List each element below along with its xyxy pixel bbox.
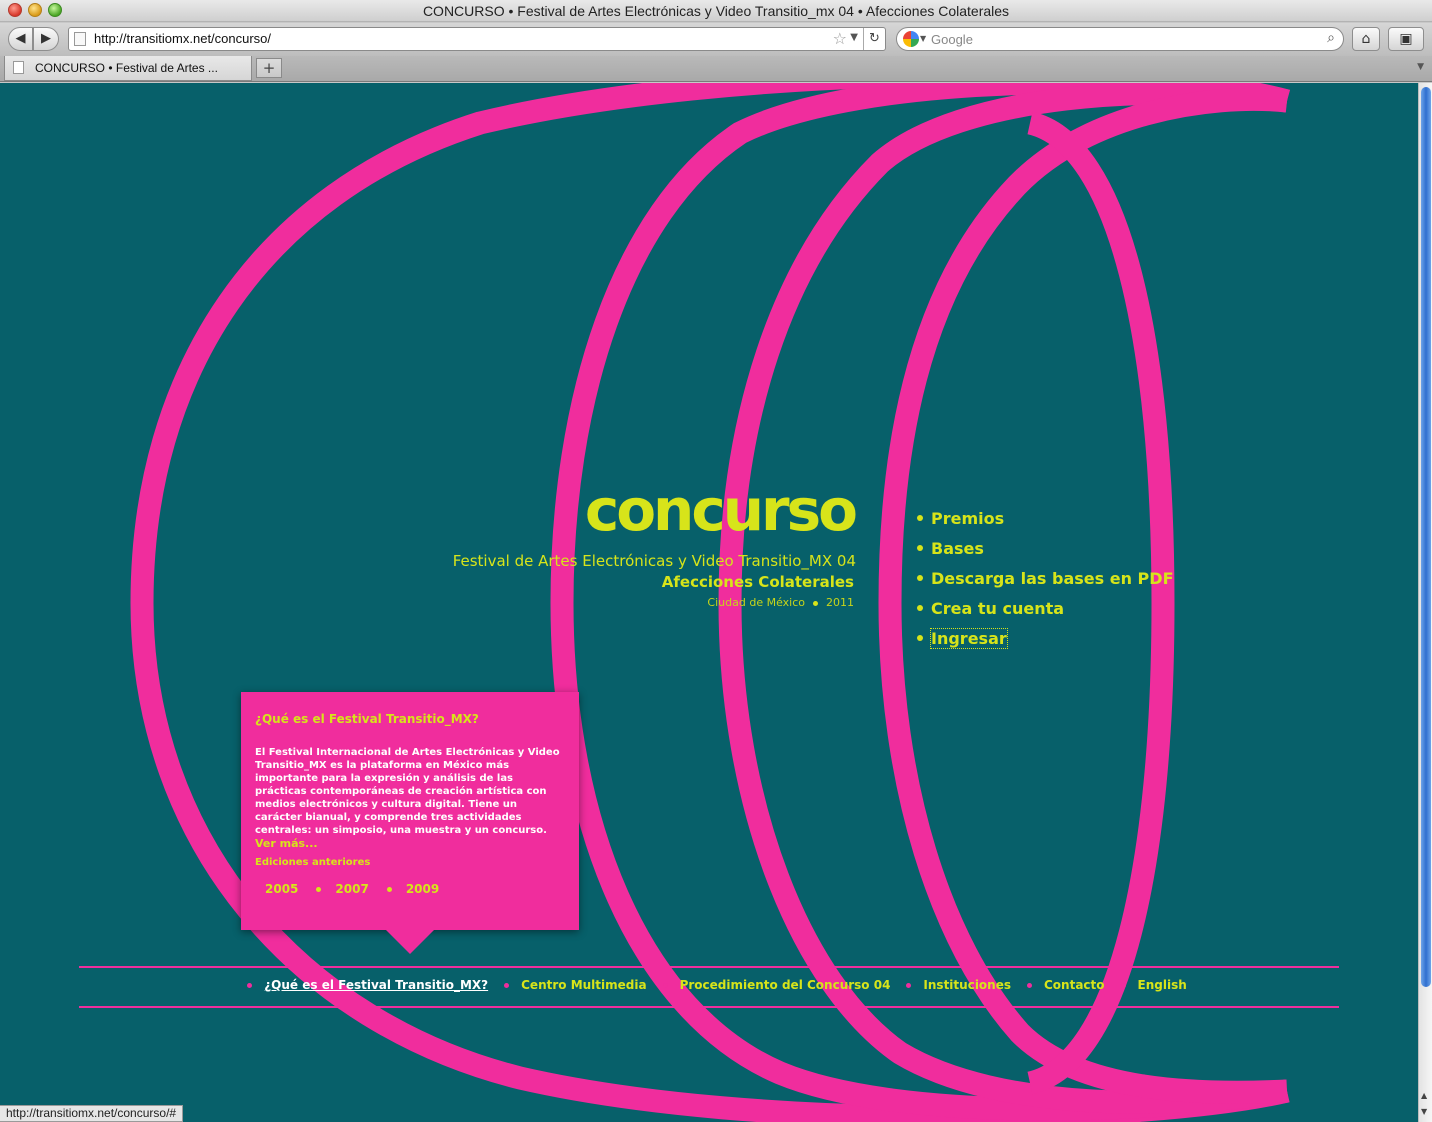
home-icon: ⌂ [1361, 31, 1371, 47]
forward-button[interactable]: ▶ [33, 27, 59, 51]
window-titlebar: CONCURSO • Festival de Artes Electrónica… [0, 0, 1432, 22]
bullet-icon [917, 635, 923, 641]
side-menu-item-premios[interactable]: Premios [917, 503, 1174, 533]
footer-item-centro-multimedia[interactable]: Centro Multimedia [488, 978, 647, 992]
editions-list: 2005 2007 2009 [265, 882, 439, 896]
side-menu-label[interactable]: Bases [931, 539, 984, 558]
footer-item-contacto[interactable]: Contacto [1011, 978, 1105, 992]
side-menu-item-ingresar[interactable]: Ingresar [917, 623, 1174, 653]
search-magnifier-icon[interactable]: ⌕ [1327, 30, 1335, 46]
info-popup: ¿Qué es el Festival Transitio_MX? El Fes… [241, 692, 579, 954]
footer-item-instituciones[interactable]: Instituciones [890, 978, 1011, 992]
editions-heading: Ediciones anteriores [255, 857, 371, 868]
location-line: Ciudad de México 2011 [707, 596, 854, 609]
separator-dot-icon [386, 886, 392, 892]
edition-link-2009[interactable]: 2009 [406, 882, 439, 896]
popup-body-text: El Festival Internacional de Artes Elect… [255, 747, 560, 836]
bookmarks-menu-button[interactable]: ▣ [1388, 27, 1424, 51]
bullet-icon [917, 515, 923, 521]
separator-dot-icon [316, 886, 322, 892]
footer-item-que-es[interactable]: ¿Qué es el Festival Transitio_MX? [231, 978, 488, 992]
tab-concurso[interactable]: CONCURSO • Festival de Artes ... [4, 56, 252, 81]
vertical-scrollbar[interactable]: ▲ ▼ [1418, 83, 1432, 1122]
popup-title: ¿Qué es el Festival Transitio_MX? [255, 712, 479, 726]
concurso-logo[interactable]: concurso [585, 476, 858, 544]
edition-link-2007[interactable]: 2007 [335, 882, 368, 896]
home-button[interactable]: ⌂ [1352, 27, 1380, 51]
bullet-icon [917, 605, 923, 611]
plus-icon: + [262, 59, 276, 77]
bullet-icon [917, 575, 923, 581]
ver-mas-link[interactable]: Ver más... [255, 837, 318, 850]
festival-subtitle: Festival de Artes Electrónicas y Video T… [452, 552, 856, 570]
popup-body: El Festival Internacional de Artes Elect… [255, 746, 565, 851]
side-menu-item-bases[interactable]: Bases [917, 533, 1174, 563]
scroll-down-arrow-icon[interactable]: ▼ [1421, 1107, 1427, 1116]
google-engine-icon[interactable] [903, 31, 919, 47]
bookmark-star-icon[interactable]: ☆ [833, 29, 847, 48]
status-bar: http://transitiomx.net/concurso/# [0, 1105, 184, 1122]
browser-toolbar: ◀ ▶ http://transitiomx.net/concurso/ ☆ ▼… [0, 23, 1432, 56]
edition-title: Afecciones Colaterales [661, 573, 854, 591]
side-menu-label[interactable]: Crea tu cuenta [931, 599, 1064, 618]
footer-link-label[interactable]: English [1138, 978, 1187, 992]
back-button[interactable]: ◀ [8, 27, 33, 51]
scrollbar-thumb[interactable] [1421, 87, 1431, 987]
bookmarks-icon: ▣ [1399, 31, 1413, 47]
history-dropdown-icon[interactable]: ▼ [850, 32, 858, 43]
search-input[interactable]: Google [931, 32, 973, 47]
separator-dot-icon [813, 600, 818, 606]
tab-label: CONCURSO • Festival de Artes ... [35, 61, 218, 75]
tab-list-dropdown-icon[interactable]: ▼ [1417, 62, 1424, 72]
side-menu-label[interactable]: Premios [931, 509, 1004, 528]
footer-bullet-icon [906, 982, 912, 988]
side-menu-label[interactable]: Ingresar [930, 627, 1008, 649]
forward-arrow-icon: ▶ [41, 31, 51, 46]
address-bar[interactable]: http://transitiomx.net/concurso/ ☆ ▼ ↻ [68, 27, 886, 51]
reload-button[interactable]: ↻ [863, 28, 885, 50]
back-arrow-icon: ◀ [15, 31, 26, 46]
footer-item-english[interactable]: English [1105, 978, 1187, 992]
page-favicon-icon [74, 32, 86, 46]
tab-favicon-icon [13, 61, 24, 74]
footer-bullet-icon [1027, 982, 1032, 988]
side-menu-label[interactable]: Descarga las bases en PDF [931, 569, 1174, 588]
footer-bullet-icon [1120, 982, 1126, 988]
footer-link-label[interactable]: ¿Qué es el Festival Transitio_MX? [264, 978, 488, 992]
side-menu: Premios Bases Descarga las bases en PDF … [917, 503, 1174, 653]
city-label: Ciudad de México [707, 596, 805, 609]
page-viewport: concurso Festival de Artes Electrónicas … [0, 83, 1418, 1122]
footer-link-label[interactable]: Instituciones [923, 978, 1011, 992]
footer-bullet-icon [504, 982, 510, 988]
bullet-icon [917, 545, 923, 551]
window-title: CONCURSO • Festival de Artes Electrónica… [422, 3, 1010, 19]
footer-bullet-icon [662, 982, 668, 988]
search-bar[interactable]: ▼ Google ⌕ [896, 27, 1344, 51]
footer-nav: ¿Qué es el Festival Transitio_MX? Centro… [79, 978, 1339, 992]
reload-icon: ↻ [869, 31, 880, 46]
footer-link-label[interactable]: Procedimiento del Concurso 04 [680, 978, 891, 992]
scroll-up-arrow-icon[interactable]: ▲ [1421, 1091, 1427, 1100]
tab-bar: CONCURSO • Festival de Artes ... + ▼ [0, 56, 1432, 82]
footer-link-label[interactable]: Centro Multimedia [521, 978, 646, 992]
side-menu-item-descarga-pdf[interactable]: Descarga las bases en PDF [917, 563, 1174, 593]
new-tab-button[interactable]: + [256, 58, 282, 78]
footer-nav-bar: ¿Qué es el Festival Transitio_MX? Centro… [79, 966, 1339, 1008]
footer-item-procedimiento[interactable]: Procedimiento del Concurso 04 [647, 978, 891, 992]
url-text[interactable]: http://transitiomx.net/concurso/ [94, 31, 271, 46]
side-menu-item-crea-cuenta[interactable]: Crea tu cuenta [917, 593, 1174, 623]
popup-pointer-icon [386, 930, 434, 954]
footer-link-label[interactable]: Contacto [1044, 978, 1105, 992]
footer-bullet-icon [247, 982, 253, 988]
engine-dropdown-icon[interactable]: ▼ [920, 34, 926, 43]
year-label: 2011 [826, 596, 854, 609]
edition-link-2005[interactable]: 2005 [265, 882, 298, 896]
